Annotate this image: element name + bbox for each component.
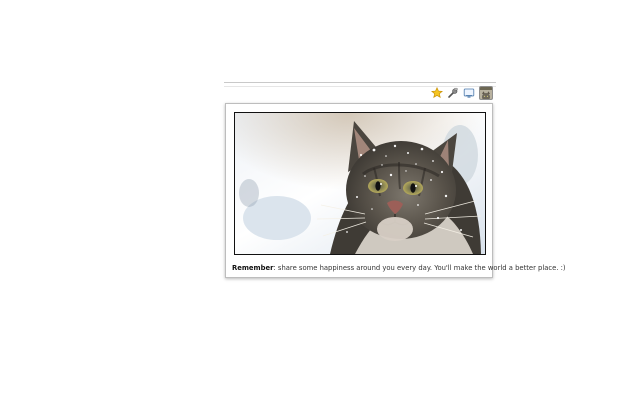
popup-caption: Remember: share some happiness around yo… bbox=[232, 264, 566, 272]
extension-cat-icon[interactable] bbox=[479, 86, 493, 100]
extension-popup: Remember: share some happiness around yo… bbox=[225, 103, 566, 278]
tool-icon[interactable] bbox=[447, 87, 459, 99]
cat-photo bbox=[234, 112, 486, 255]
browser-toolbar bbox=[224, 82, 496, 102]
caption-message: : share some happiness around you every … bbox=[273, 264, 566, 272]
caption-emphasis: Remember bbox=[232, 264, 274, 272]
screen-icon[interactable] bbox=[463, 87, 475, 99]
star-icon[interactable] bbox=[431, 87, 443, 99]
